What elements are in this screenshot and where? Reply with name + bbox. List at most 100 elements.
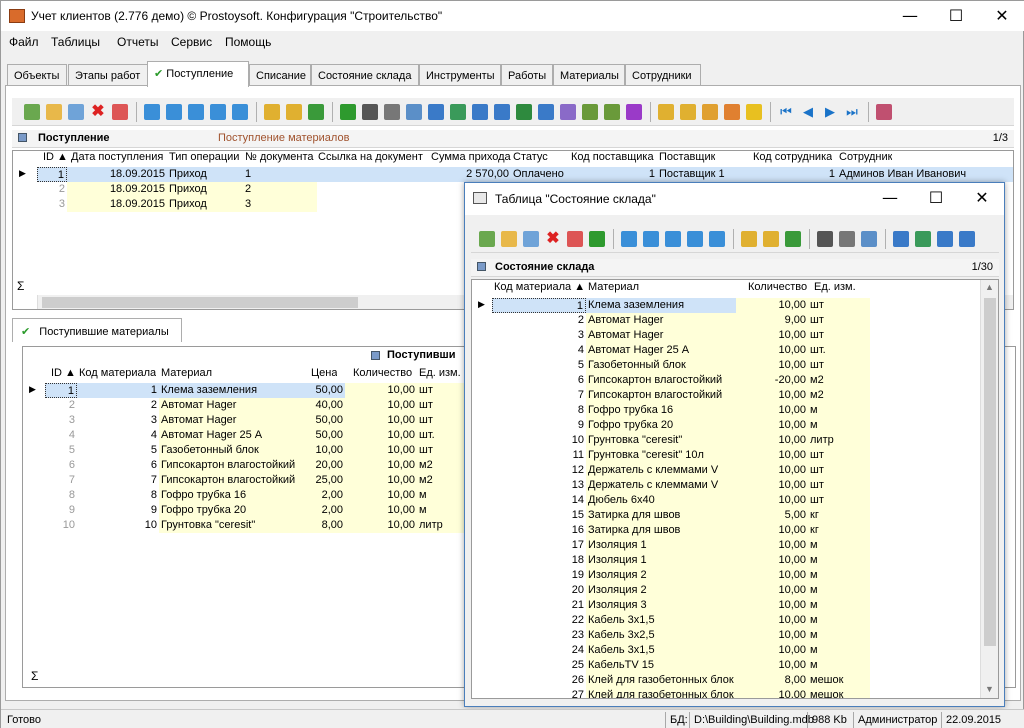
table-row[interactable]: 2: [45, 398, 77, 413]
tab-stock-state[interactable]: Состояние склада: [311, 64, 419, 86]
cell-empcode[interactable]: 1: [751, 167, 837, 182]
table-row[interactable]: 2: [37, 182, 67, 197]
table-row[interactable]: 23: [492, 628, 586, 643]
table-row[interactable]: 4: [45, 428, 77, 443]
cell-material[interactable]: Гофро трубка 20: [159, 503, 309, 518]
cell-quantity[interactable]: 9,00: [736, 313, 808, 328]
next-record-icon[interactable]: ▶: [822, 104, 838, 120]
table-row[interactable]: 20: [492, 583, 586, 598]
table-row[interactable]: 15: [492, 508, 586, 523]
cell-material[interactable]: Газобетонный блок: [159, 443, 309, 458]
cell-material[interactable]: Кабель 3х1,5: [586, 643, 736, 658]
cell-price[interactable]: 20,00: [309, 458, 345, 473]
cell-doc[interactable]: 1: [243, 167, 317, 182]
tab-employees[interactable]: Сотрудники: [625, 64, 701, 86]
cell-material[interactable]: Грунтовка "ceresit" 10л: [586, 448, 736, 463]
table-row[interactable]: 5: [492, 358, 586, 373]
cell-unit[interactable]: шт: [808, 358, 870, 373]
delete-icon[interactable]: ✖: [545, 231, 561, 247]
print-icon[interactable]: [839, 231, 855, 247]
filter-remove-icon[interactable]: [188, 104, 204, 120]
cell-material[interactable]: Изоляция 2: [586, 583, 736, 598]
copy-icon[interactable]: [68, 104, 84, 120]
cell-unit[interactable]: м: [808, 538, 870, 553]
settings-table-icon[interactable]: [724, 104, 740, 120]
table-row[interactable]: 3: [37, 197, 67, 212]
cell-price[interactable]: 50,00: [309, 383, 345, 398]
filter-edit-icon[interactable]: [210, 104, 226, 120]
popup-maximize-button[interactable]: ☐: [913, 183, 959, 213]
filter-remove-icon[interactable]: [665, 231, 681, 247]
export-icon[interactable]: [893, 231, 909, 247]
cell-unit[interactable]: кг: [808, 508, 870, 523]
filter-clear-icon[interactable]: [166, 104, 182, 120]
cell-material[interactable]: Гипсокартон влагостойкий: [586, 388, 736, 403]
cell-quantity[interactable]: 10,00: [736, 418, 808, 433]
import-icon[interactable]: [915, 231, 931, 247]
cell-supcode[interactable]: 1: [569, 167, 657, 182]
delete-icon[interactable]: ✖: [90, 104, 106, 120]
cell-unit[interactable]: м: [808, 418, 870, 433]
tab-received-materials[interactable]: ✔ Поступившие материалы: [12, 318, 182, 342]
cell-price[interactable]: 50,00: [309, 428, 345, 443]
cell-quantity[interactable]: 10,00: [736, 628, 808, 643]
table-row[interactable]: 11: [492, 448, 586, 463]
export-excel-icon[interactable]: [516, 104, 532, 120]
table-row[interactable]: 1: [37, 167, 67, 182]
table-row[interactable]: 8: [45, 488, 77, 503]
cell-quantity[interactable]: 10,00: [736, 643, 808, 658]
cell-unit[interactable]: м: [808, 403, 870, 418]
cell-unit[interactable]: м2: [808, 388, 870, 403]
chart-icon[interactable]: [626, 104, 642, 120]
popup-minimize-button[interactable]: —: [867, 183, 913, 213]
cell-material[interactable]: Кабель 3х2,5: [586, 628, 736, 643]
col-material-code[interactable]: Код материала ▲: [494, 281, 586, 296]
col-material[interactable]: Материал: [588, 281, 639, 296]
cell-status[interactable]: Оплачено: [511, 167, 569, 182]
cell-date[interactable]: 18.09.2015: [67, 182, 167, 197]
preview-icon[interactable]: [406, 104, 422, 120]
cell-price[interactable]: 8,00: [309, 518, 345, 533]
first-record-icon[interactable]: ⏮: [778, 104, 794, 120]
table-row[interactable]: 18: [492, 553, 586, 568]
col-id[interactable]: ID ▲: [43, 151, 68, 166]
cell-material[interactable]: Клема заземления: [159, 383, 309, 398]
table-row[interactable]: 5: [45, 443, 77, 458]
cell-unit[interactable]: кг: [808, 523, 870, 538]
col-quantity[interactable]: Количество: [353, 367, 413, 382]
table-row[interactable]: 16: [492, 523, 586, 538]
cell-date[interactable]: 18.09.2015: [67, 197, 167, 212]
cell-unit[interactable]: м: [808, 613, 870, 628]
cell-material[interactable]: Изоляция 3: [586, 598, 736, 613]
cell-material[interactable]: КабельTV 15: [586, 658, 736, 673]
cell-supplier[interactable]: Поставщик 1: [657, 167, 751, 182]
table-row[interactable]: 25: [492, 658, 586, 673]
table-row[interactable]: 19: [492, 568, 586, 583]
tab-receipts[interactable]: ✔ Поступление: [147, 61, 249, 87]
cell-unit[interactable]: шт: [808, 328, 870, 343]
cell-quantity[interactable]: 10,00: [736, 538, 808, 553]
table-row[interactable]: 24: [492, 643, 586, 658]
cell-material[interactable]: Кабель 3х1,5: [586, 613, 736, 628]
cell-quantity[interactable]: 10,00: [345, 443, 417, 458]
cell-quantity[interactable]: 10,00: [736, 553, 808, 568]
cell-material[interactable]: Изоляция 1: [586, 553, 736, 568]
cell-quantity[interactable]: -20,00: [736, 373, 808, 388]
cell-unit[interactable]: м: [808, 658, 870, 673]
cell-material[interactable]: Автомат Hager: [159, 413, 309, 428]
cell-quantity[interactable]: 10,00: [736, 523, 808, 538]
add-icon[interactable]: [24, 104, 40, 120]
cell-code[interactable]: 4: [77, 428, 159, 443]
cell-material[interactable]: Изоляция 1: [586, 538, 736, 553]
cell-material[interactable]: Затирка для швов: [586, 523, 736, 538]
cell-unit[interactable]: м: [808, 568, 870, 583]
cell-employee[interactable]: Админов Иван Иванович: [837, 167, 1013, 182]
col-employee-code[interactable]: Код сотрудника: [753, 151, 833, 166]
cell-price[interactable]: 2,00: [309, 503, 345, 518]
cell-unit[interactable]: шт: [808, 463, 870, 478]
cell-quantity[interactable]: 10,00: [736, 403, 808, 418]
print-icon[interactable]: [384, 104, 400, 120]
sort-icon[interactable]: [741, 231, 757, 247]
sql-icon[interactable]: [785, 231, 801, 247]
col-op-type[interactable]: Тип операции: [169, 151, 240, 166]
